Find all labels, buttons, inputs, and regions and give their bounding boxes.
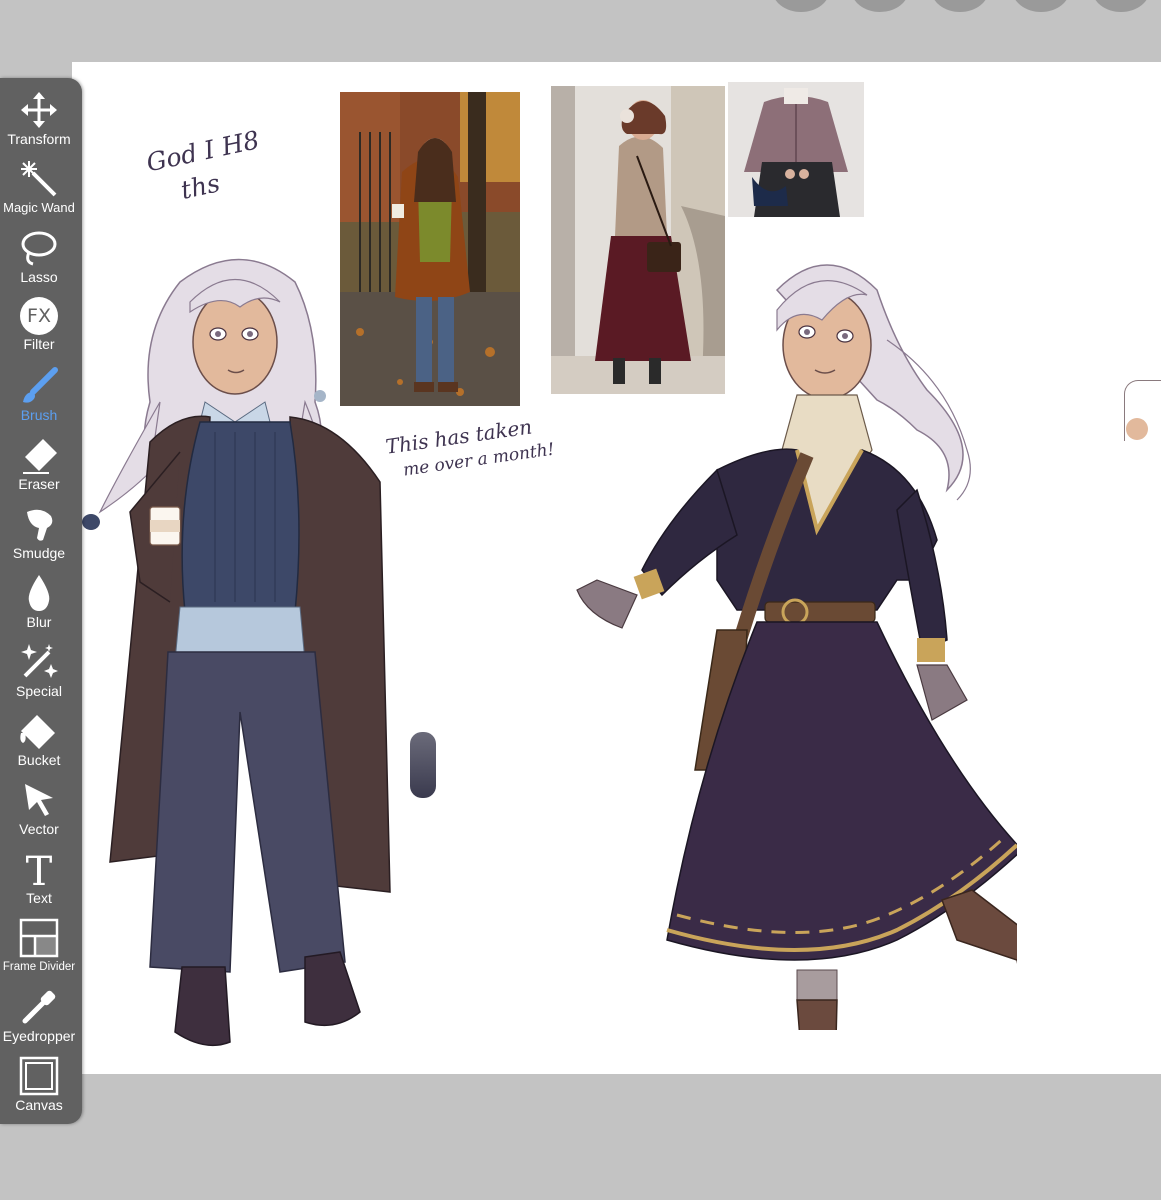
tool-blur-label: Blur [26,614,52,630]
top-menu-button-3[interactable] [931,0,989,12]
top-menu-button-5[interactable] [1092,0,1150,12]
tool-canvas[interactable]: Canvas [0,1044,78,1113]
transform-icon [21,92,57,128]
tool-filter-label: Filter [23,336,55,352]
tool-text-label: Text [26,890,52,906]
tool-magic-wand[interactable]: Magic Wand [0,147,78,216]
character-drawing-left [98,258,391,1047]
svg-text:T: T [26,849,53,889]
character-drawing-right [576,264,1017,1030]
reference-photo-cardigan [728,82,864,217]
bucket-icon [20,715,55,749]
fx-filter-icon: FX [20,297,58,335]
tool-special-label: Special [16,683,62,699]
brush-icon [23,367,58,403]
tool-smudge[interactable]: Smudge [0,492,78,561]
top-menu-button-2[interactable] [851,0,909,12]
tool-vector-label: Vector [19,821,59,837]
text-t-icon: T [26,849,53,889]
tool-eraser-label: Eraser [18,476,60,492]
tool-vector[interactable]: Vector [0,768,78,837]
tool-text[interactable]: T Text [0,837,78,906]
tool-bucket-label: Bucket [17,752,61,768]
tool-brush[interactable]: Brush [0,354,78,423]
vector-arrow-icon [25,784,53,816]
eraser-icon [23,439,57,474]
tool-frame-divider[interactable]: Frame Divider [0,906,78,975]
fx-filter-icon-text: FX [27,305,51,327]
tool-special[interactable]: Special [0,630,78,699]
partial-sketch-hand [1126,418,1148,440]
reference-photo-cardigan-image [728,82,864,217]
top-menu-button-1[interactable] [772,0,830,12]
eyedropper-icon [22,990,56,1024]
tool-blur[interactable]: Blur [0,561,78,630]
tool-frame-divider-label: Frame Divider [2,961,76,973]
frame-divider-icon [19,918,59,958]
tool-eyedropper-label: Eyedropper [2,1028,76,1044]
tool-lasso-label: Lasso [20,269,58,285]
handwritten-note-1: God I H8 ths [144,125,269,210]
tool-eraser[interactable]: Eraser [0,423,78,492]
canvas-icon [19,1056,59,1096]
color-swatch-light-blue [314,390,326,402]
tool-canvas-label: Canvas [15,1097,63,1113]
tool-bucket[interactable]: Bucket [0,699,78,768]
tool-smudge-label: Smudge [12,545,66,561]
lasso-icon [21,231,57,266]
color-swatch-navy [82,514,100,530]
tool-transform[interactable]: Transform [0,78,78,147]
top-menu-button-4[interactable] [1012,0,1070,12]
special-sparkle-icon [21,644,58,678]
tool-lasso[interactable]: Lasso [0,216,78,285]
tool-sidebar: Transform Magic Wand Lasso FX Filter Bru… [0,78,82,1124]
smudge-icon [27,509,53,541]
tool-eyedropper[interactable]: Eyedropper [0,975,78,1044]
drawing-canvas[interactable]: God I H8 ths This has taken me over a mo… [72,62,1161,1074]
tool-filter[interactable]: FX Filter [0,285,78,354]
magic-wand-icon [21,161,57,197]
tool-brush-label: Brush [20,407,58,423]
color-swatch-gray [410,732,436,798]
tool-transform-label: Transform [7,131,71,147]
blur-drop-icon [28,575,50,611]
tool-magic-wand-label: Magic Wand [3,200,75,215]
